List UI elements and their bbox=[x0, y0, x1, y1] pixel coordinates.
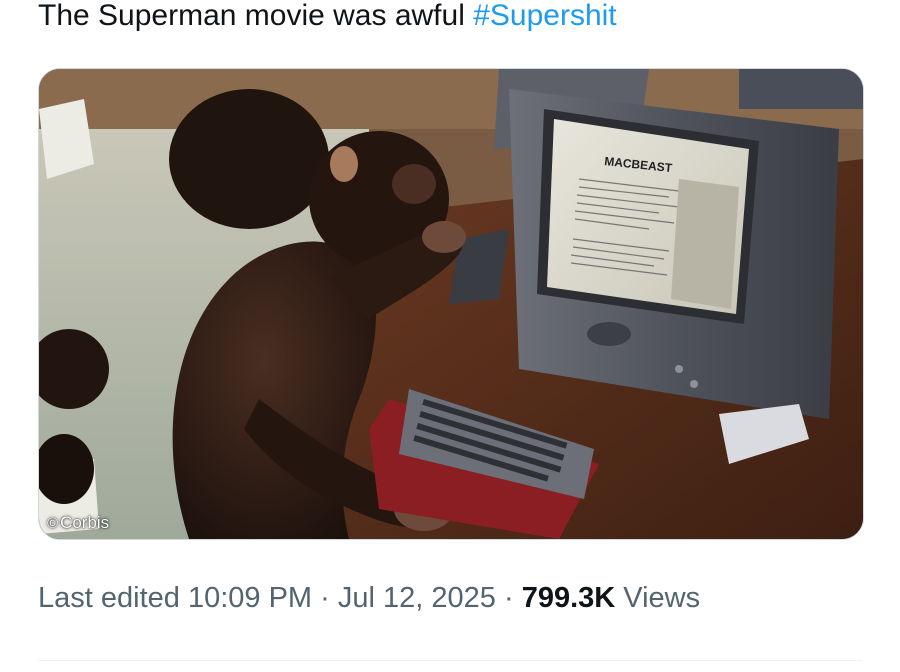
tweet-meta: Last edited 10:09 PM · Jul 12, 2025 · 79… bbox=[38, 578, 700, 618]
copyright-icon: © bbox=[47, 514, 59, 532]
timestamp-time: 10:09 PM bbox=[187, 582, 313, 614]
views-label: Views bbox=[623, 582, 701, 614]
edited-label: Last edited bbox=[38, 582, 180, 614]
edited-link[interactable]: Last edited 10:09 PM · Jul 12, 2025 bbox=[38, 582, 496, 614]
timestamp-date: Jul 12, 2025 bbox=[337, 582, 496, 614]
media-illustration: MACBEAST bbox=[39, 69, 863, 539]
separator-2: · bbox=[503, 582, 514, 614]
tweet-media-image[interactable]: MACBEAST © Corbis bbox=[38, 68, 864, 540]
tweet-body: The Superman movie was awful bbox=[38, 0, 474, 32]
separator: · bbox=[320, 582, 330, 614]
hashtag-link[interactable]: #Supershit bbox=[473, 0, 616, 32]
divider bbox=[38, 660, 862, 661]
views-count: 799.3K bbox=[521, 582, 616, 614]
views-link[interactable]: 799.3K Views bbox=[522, 582, 700, 614]
photo-credit: © Corbis bbox=[47, 513, 109, 533]
tweet-text: The Superman movie was awful #Supershit bbox=[38, 0, 617, 38]
credit-label: Corbis bbox=[60, 513, 110, 532]
